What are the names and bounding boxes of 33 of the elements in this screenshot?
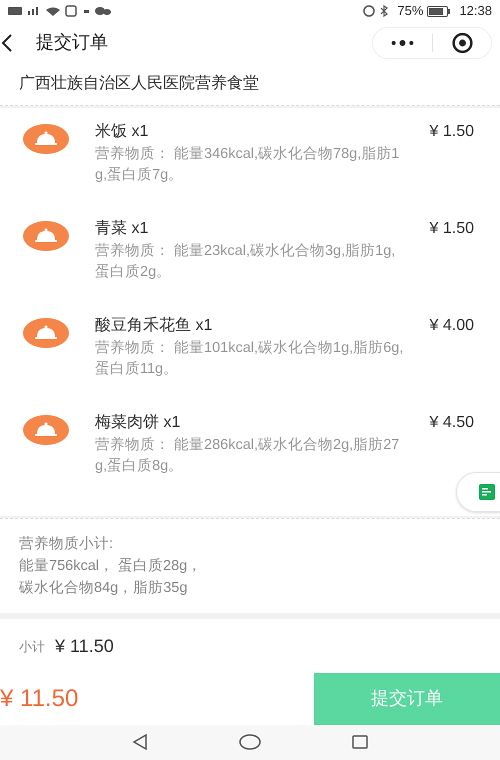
canteen-name: 广西壮族自治区人民医院营养食堂 bbox=[19, 74, 259, 94]
dish-name: 酸豆角禾花鱼 x1 bbox=[95, 316, 214, 336]
home-nav-icon[interactable] bbox=[239, 733, 261, 752]
subtotal-label: 小计 bbox=[19, 638, 45, 656]
food-cover-icon bbox=[23, 221, 69, 252]
food-cover-icon bbox=[23, 415, 69, 446]
food-cover-icon bbox=[23, 318, 69, 348]
battery-percent: 75% bbox=[397, 2, 424, 20]
nutrition-text: 营养物质： 能量23kcal,碳水化合物3g,脂肪1g,蛋白质2g。 bbox=[95, 242, 396, 282]
dish-name: 梅菜肉饼 x1 bbox=[95, 412, 182, 434]
nutrition-text: 营养物质： 能量101kcal,碳水化合物1g,脂肪6g,蛋白质11g。 bbox=[95, 338, 404, 380]
summary-title: 营养物质小计: bbox=[19, 534, 114, 554]
dish-price: ¥ 4.00 bbox=[430, 316, 474, 336]
clock-time: 12:38 bbox=[459, 2, 492, 20]
subtotal-amount: ¥ 11.50 bbox=[55, 634, 114, 658]
summary-line: 碳水化合物84g，脂肪35g bbox=[19, 579, 188, 598]
total-price: ¥ 11.50 bbox=[0, 684, 78, 714]
dish-name: 米饭 x1 bbox=[95, 122, 150, 142]
nutrition-text: 营养物质： 能量286kcal,碳水化合物2g,脂肪27g,蛋白质8g。 bbox=[95, 436, 400, 476]
back-icon[interactable] bbox=[0, 32, 14, 53]
dish-name: 青菜 x1 bbox=[95, 218, 150, 240]
submit-order-button[interactable]: 提交订单 bbox=[314, 673, 500, 725]
dish-price: ¥ 4.50 bbox=[430, 413, 474, 434]
back-nav-icon[interactable] bbox=[131, 733, 149, 752]
food-cover-icon bbox=[23, 124, 69, 154]
list-icon bbox=[479, 484, 495, 500]
battery-icon bbox=[427, 6, 452, 17]
page-title: 提交订单 bbox=[36, 31, 108, 54]
dish-price: ¥ 1.50 bbox=[430, 122, 474, 142]
recents-nav-icon[interactable] bbox=[351, 733, 369, 752]
summary-line: 能量756kcal， 蛋白质28g， bbox=[19, 557, 204, 576]
nutrition-text: 营养物质： 能量346kcal,碳水化合物78g,脂肪1g,蛋白质7g。 bbox=[95, 144, 400, 186]
dish-price: ¥ 1.50 bbox=[430, 219, 474, 240]
